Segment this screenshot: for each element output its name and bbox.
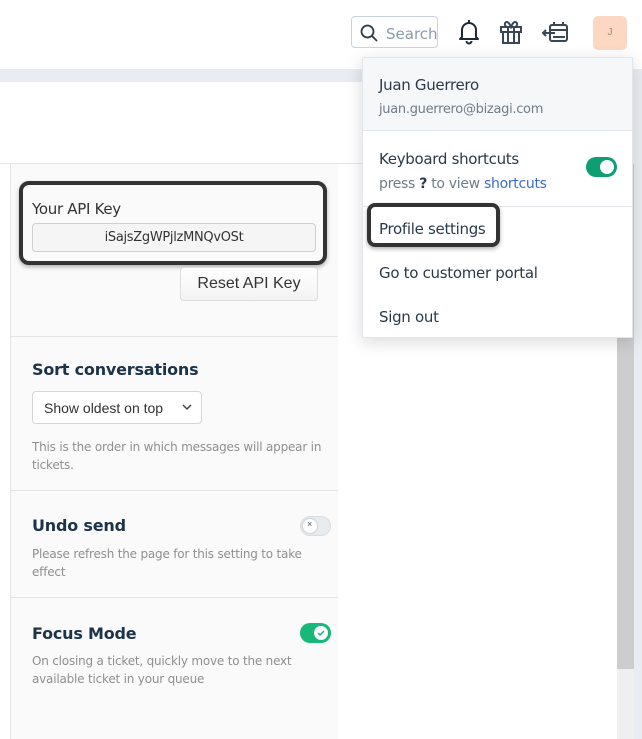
search-input[interactable]: Search <box>351 16 438 48</box>
focus-description: On closing a ticket, quickly move to the… <box>32 654 292 686</box>
search-icon <box>360 24 378 42</box>
check-icon <box>317 630 325 637</box>
user-email: juan.guerrero@bizagi.com <box>379 102 544 117</box>
sort-selected: Show oldest on top <box>44 400 164 416</box>
hint-press: press <box>379 176 416 192</box>
hint-to-view: to view <box>431 176 480 192</box>
sort-title: Sort conversations <box>32 360 199 379</box>
keyboard-shortcuts-label: Keyboard shortcuts <box>379 150 519 168</box>
avatar[interactable]: J <box>593 16 627 50</box>
shortcuts-link[interactable]: shortcuts <box>484 176 547 192</box>
sort-description: This is the order in which messages will… <box>32 440 322 472</box>
user-name: Juan Guerrero <box>379 76 479 94</box>
undo-title: Undo send <box>32 516 126 535</box>
bell-icon[interactable] <box>454 17 484 47</box>
keyboard-shortcuts-hint: press ? to view shortcuts <box>379 176 547 192</box>
hint-key: ? <box>419 176 428 192</box>
api-key-highlight <box>19 181 327 265</box>
focus-title: Focus Mode <box>32 624 137 643</box>
calendar-switch-icon[interactable] <box>541 17 571 47</box>
undo-send-toggle[interactable]: × <box>300 516 331 536</box>
toggle-knob <box>600 160 614 174</box>
undo-description: Please refresh the page for this setting… <box>32 547 302 579</box>
profile-settings-highlight <box>367 203 500 247</box>
chevron-down-icon <box>182 404 192 411</box>
keyboard-shortcuts-toggle[interactable] <box>586 157 617 177</box>
undo-section <box>11 490 338 598</box>
reset-api-key-button[interactable]: Reset API Key <box>180 267 318 301</box>
sort-select[interactable]: Show oldest on top <box>32 391 202 424</box>
search-placeholder: Search <box>386 25 438 43</box>
profile-menu: Juan Guerrero juan.guerrero@bizagi.com K… <box>362 57 633 338</box>
gift-icon[interactable] <box>496 17 526 47</box>
profile-menu-header: Juan Guerrero juan.guerrero@bizagi.com <box>363 58 632 131</box>
close-icon: × <box>307 519 313 529</box>
menu-item-customer-portal[interactable]: Go to customer portal <box>379 264 538 282</box>
avatar-initial: J <box>607 27 613 38</box>
focus-mode-toggle[interactable] <box>300 623 331 643</box>
menu-item-sign-out[interactable]: Sign out <box>379 308 439 326</box>
page-edge <box>634 82 642 739</box>
